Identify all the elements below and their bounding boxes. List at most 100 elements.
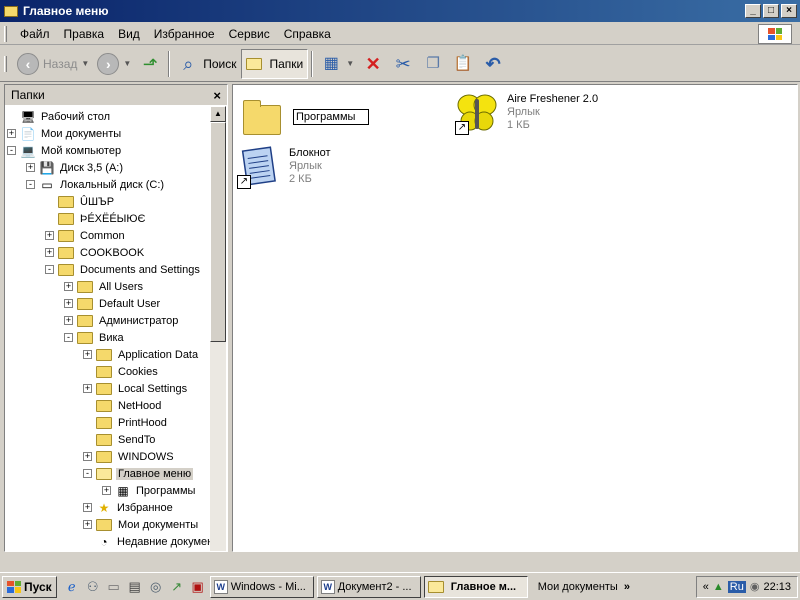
expand-plus-icon[interactable]: + — [83, 384, 92, 393]
tree-scrollbar[interactable]: ▲ — [210, 106, 226, 551]
chart-app-icon[interactable]: ↗ — [168, 578, 186, 596]
tree-item[interactable]: NetHood — [83, 397, 163, 414]
expand-plus-icon[interactable]: + — [26, 163, 35, 172]
expand-plus-icon[interactable]: + — [45, 231, 54, 240]
tree-item[interactable]: + All Users — [64, 278, 145, 295]
tree-item[interactable]: - ▭ Локальный диск (C:) — [26, 176, 166, 193]
menu-favorites[interactable]: Избранное — [147, 25, 222, 43]
tree-item-label: Вика — [99, 331, 124, 344]
minimize-button[interactable]: _ — [745, 4, 761, 18]
taskbar-toolbar-my-documents[interactable]: Мои документы — [538, 581, 618, 593]
expand-plus-icon[interactable]: + — [83, 452, 92, 461]
tree-item-label: COOKBOOK — [80, 246, 145, 259]
expand-plus-icon[interactable]: + — [83, 520, 92, 529]
language-indicator[interactable]: Ru — [727, 580, 746, 593]
back-button[interactable]: ‹ Назад ▼ — [13, 49, 93, 79]
tree-item[interactable]: + COOKBOOK — [45, 244, 146, 261]
collapse-minus-icon[interactable]: - — [7, 146, 16, 155]
shortcut-item-aire-freshener[interactable]: ↗ Aire Freshener 2.0 Ярлык 1 КБ — [455, 91, 598, 135]
tree-item[interactable]: - Documents and Settings — [45, 261, 202, 278]
tree-item[interactable]: + Default User — [64, 295, 162, 312]
rename-input[interactable]: Программы — [293, 109, 369, 125]
tree-item[interactable]: ÞÉXËÉЫЮЄ — [45, 210, 147, 227]
floppy-save-icon[interactable]: ▣ — [189, 578, 207, 596]
chevron-down-icon: ▼ — [81, 59, 90, 68]
maximize-button[interactable]: □ — [763, 4, 779, 18]
hard-drive-icon: ▭ — [41, 177, 53, 192]
tree-item[interactable]: + Мои документы — [83, 516, 200, 533]
undo-button[interactable]: ↶ — [478, 49, 508, 79]
cut-button[interactable]: ✂ — [388, 49, 418, 79]
menu-file[interactable]: Файл — [13, 25, 57, 43]
folders-button[interactable]: Папки — [240, 48, 309, 79]
start-button[interactable]: Пуск — [2, 575, 57, 598]
toolbar-overflow-chevron-icon[interactable]: » — [624, 581, 630, 593]
menu-help[interactable]: Справка — [277, 25, 338, 43]
tree-item[interactable]: + 💾 Диск 3,5 (A:) — [26, 159, 125, 176]
scroll-thumb[interactable] — [210, 122, 226, 342]
tree-item[interactable]: - 💻 Мой компьютер — [7, 142, 123, 159]
expand-plus-icon[interactable]: + — [83, 503, 92, 512]
expand-plus-icon[interactable]: + — [7, 129, 16, 138]
menu-tools[interactable]: Сервис — [222, 25, 277, 43]
tree-item[interactable]: ◔ Недавние документы — [83, 533, 211, 550]
tray-app-icon[interactable]: ▲ — [713, 581, 724, 593]
tree-item[interactable]: PrintHood — [83, 414, 169, 431]
tree-item-label: Cookies — [118, 365, 158, 378]
taskbar-task-document2[interactable]: W Документ2 - ... — [316, 575, 421, 598]
title-bar[interactable]: Главное меню _ □ × — [0, 0, 800, 22]
tree-item[interactable]: Cookies — [83, 363, 160, 380]
volume-icon[interactable]: ◉ — [750, 580, 760, 593]
expand-plus-icon[interactable]: + — [83, 350, 92, 359]
toolbar-separator — [311, 50, 314, 77]
up-button[interactable]: ⬏ — [135, 49, 165, 79]
forward-button[interactable]: › ▼ — [93, 49, 135, 79]
views-button[interactable]: ▦ ▼ — [316, 49, 358, 79]
taskbar-task-windows-media[interactable]: W Windows - Mi... — [209, 575, 314, 598]
tree-item[interactable]: - Вика — [64, 329, 126, 346]
tree-item[interactable]: + Common — [45, 227, 127, 244]
menu-view[interactable]: Вид — [111, 25, 147, 43]
scroll-up-arrow-icon[interactable]: ▲ — [210, 106, 226, 122]
calculator-icon[interactable]: ▤ — [126, 578, 144, 596]
shortcut-item-notepad[interactable]: ↗ Блокнот Ярлык 2 КБ — [237, 145, 331, 189]
expand-plus-icon[interactable]: + — [102, 486, 111, 495]
menu-grip[interactable] — [4, 25, 7, 42]
collapse-minus-icon[interactable]: - — [26, 180, 35, 189]
copy-button[interactable]: ❐ — [418, 49, 448, 79]
tree-item[interactable]: + Application Data — [83, 346, 200, 363]
tray-expand-chevron-icon[interactable]: « — [703, 581, 709, 593]
delete-button[interactable]: ✕ — [358, 49, 388, 79]
tree-item-label: Common — [80, 229, 125, 242]
tree-item[interactable]: + ★ Избранное — [83, 499, 175, 516]
paste-button[interactable]: 📋 — [448, 49, 478, 79]
expand-plus-icon[interactable]: + — [64, 299, 73, 308]
close-button[interactable]: × — [781, 4, 797, 18]
internet-explorer-icon[interactable]: ℯ — [63, 578, 81, 596]
tree-item[interactable]: + Администратор — [64, 312, 180, 329]
tree-item[interactable]: + 📄 Мои документы — [7, 125, 123, 142]
expand-plus-icon[interactable]: + — [64, 282, 73, 291]
tree-item[interactable]: - Главное меню — [83, 465, 194, 482]
media-icon[interactable]: ◎ — [147, 578, 165, 596]
collapse-minus-icon[interactable]: - — [83, 469, 92, 478]
folders-pane-close-button[interactable]: × — [213, 88, 221, 103]
expand-plus-icon[interactable]: + — [45, 248, 54, 257]
tree-item-label: All Users — [99, 280, 144, 293]
tree-item[interactable]: SendTo — [83, 431, 157, 448]
collapse-minus-icon[interactable]: - — [64, 333, 73, 342]
drive-icon[interactable]: ▭ — [105, 578, 123, 596]
tree-item[interactable]: + WINDOWS — [83, 448, 176, 465]
expand-plus-icon[interactable]: + — [64, 316, 73, 325]
tree-item[interactable]: + ▦ Программы — [102, 482, 197, 499]
tree-item[interactable]: + Local Settings — [83, 380, 189, 397]
menu-edit[interactable]: Правка — [57, 25, 112, 43]
taskbar-task-start-menu-folder[interactable]: Главное м... — [423, 575, 528, 598]
folder-item-programs[interactable]: Программы — [241, 95, 369, 139]
network-icon[interactable]: ⚇ — [84, 578, 102, 596]
collapse-minus-icon[interactable]: - — [45, 265, 54, 274]
search-button[interactable]: ⌕ Поиск — [173, 49, 240, 79]
tree-item[interactable]: ÛШЪР — [45, 193, 116, 210]
tree-item[interactable]: 🖥 Рабочий стол — [7, 108, 112, 125]
toolbar-grip[interactable] — [4, 55, 7, 72]
